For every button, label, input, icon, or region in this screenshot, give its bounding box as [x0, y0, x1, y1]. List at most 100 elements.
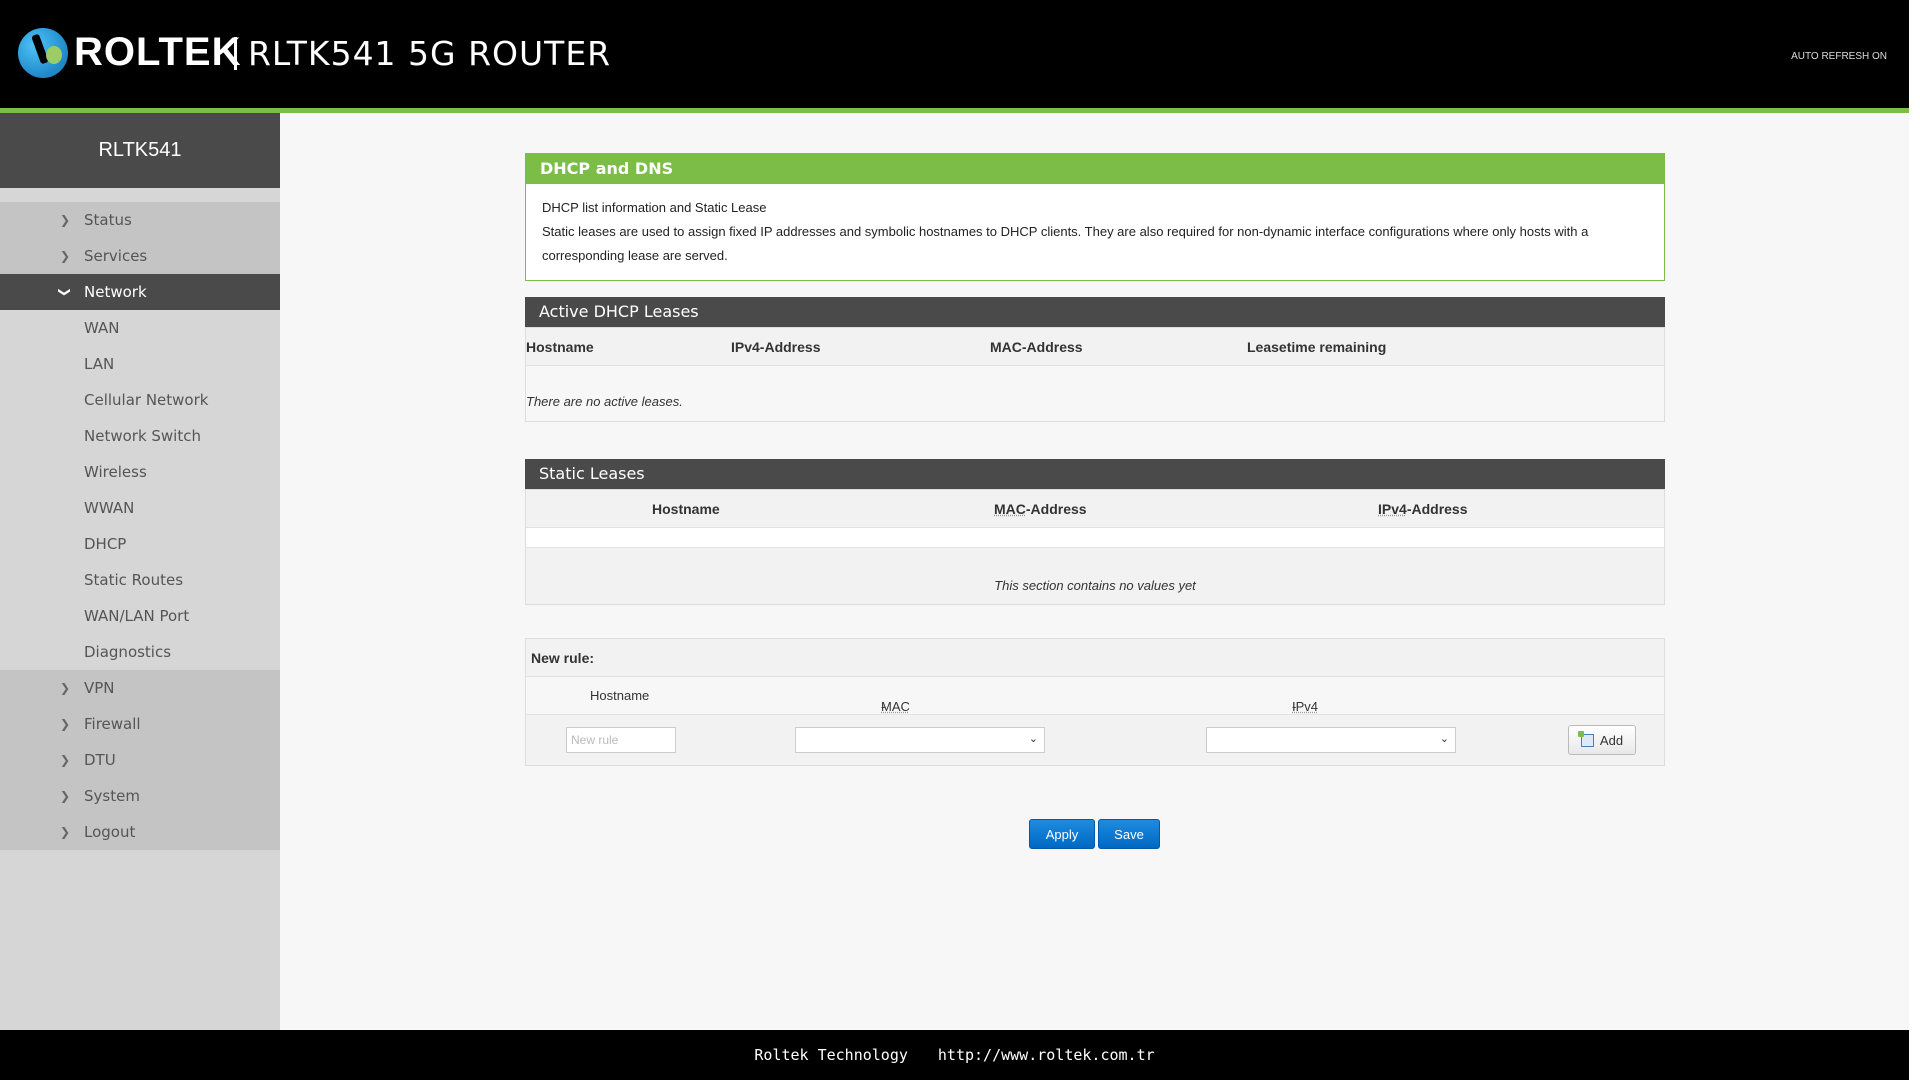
new-rule-header-row: Hostname MAC-Address IPv4-Address — [526, 677, 1664, 729]
sidebar-item-lan[interactable]: LAN — [0, 346, 280, 382]
column-header: MAC-Address — [990, 338, 1083, 355]
chevron-down-icon: ⌄ — [1439, 732, 1449, 745]
sidebar-item-wan-lan-port[interactable]: WAN/LAN Port — [0, 598, 280, 634]
sidebar-item-wan[interactable]: WAN — [0, 310, 280, 346]
column-header: Hostname — [526, 338, 594, 355]
page-title: DHCP and DNS — [526, 154, 1664, 184]
column-header: Hostname — [590, 688, 650, 703]
footer-company: Roltek Technology — [754, 1046, 908, 1064]
chevron-right-icon: ❯ — [60, 825, 71, 839]
info-line-1: DHCP list information and Static Lease — [542, 200, 767, 215]
sidebar-item-label: Status — [84, 211, 132, 229]
sidebar-item-label: Firewall — [84, 715, 141, 733]
sidebar-nav: ❯ Status ❯ Services ❯ Network WAN LAN Cellu… — [0, 202, 280, 850]
column-header: MAC-Address — [994, 501, 1087, 517]
chevron-right-icon: ❯ — [60, 753, 71, 767]
footer-url-link[interactable]: http://www.roltek.com.tr — [938, 1046, 1155, 1064]
chevron-right-icon: ❯ — [60, 249, 71, 263]
mac-abbr: MAC — [994, 500, 1026, 517]
new-rule-hostname-input[interactable] — [566, 727, 676, 753]
sidebar-item-label: DTU — [84, 751, 116, 769]
static-leases-section: Static Leases Hostname MAC-Address IPv4-… — [525, 459, 1665, 605]
footer: Roltek Technology http://www.roltek.com.… — [0, 1030, 1909, 1080]
sidebar-item-label: VPN — [84, 679, 115, 697]
sidebar-item-label: Diagnostics — [84, 643, 172, 661]
active-leases-table: Hostname IPv4-Address MAC-Address Leaset… — [525, 327, 1665, 422]
empty-message: There are no active leases. — [526, 394, 683, 409]
sidebar-item-label: WAN — [84, 319, 120, 337]
top-header: ROLTEK RLTK541 5G ROUTER AUTO REFRESH ON — [0, 0, 1909, 108]
info-line-2: Static leases are used to assign fixed I… — [542, 224, 1589, 263]
add-icon — [1577, 730, 1594, 747]
active-leases-section: Active DHCP Leases Hostname IPv4-Address… — [525, 297, 1665, 422]
table-row: This section contains no values yet — [526, 548, 1664, 604]
chevron-right-icon: ❯ — [60, 681, 71, 695]
sidebar-item-label: Cellular Network — [84, 391, 209, 409]
mac-address-select[interactable]: ⌄ — [795, 727, 1045, 753]
brand-divider — [234, 37, 237, 70]
new-rule-input-row: ⌄ ⌄ Add — [526, 715, 1664, 765]
sidebar-item-dtu[interactable]: ❯ DTU — [0, 742, 280, 778]
sidebar-item-logout[interactable]: ❯ Logout — [0, 814, 280, 850]
info-description: DHCP list information and Static Lease S… — [526, 184, 1664, 280]
sidebar-item-label: Static Routes — [84, 571, 184, 589]
sidebar-item-system[interactable]: ❯ System — [0, 778, 280, 814]
sidebar-item-vpn[interactable]: ❯ VPN — [0, 670, 280, 706]
empty-message: This section contains no values yet — [994, 578, 1196, 593]
column-header: IPv4-Address — [731, 338, 821, 355]
chevron-right-icon: ❯ — [60, 717, 71, 731]
column-header: Leasetime remaining — [1247, 338, 1387, 355]
sidebar-item-label: Services — [84, 247, 148, 265]
static-leases-table: Hostname MAC-Address IPv4-Address This s… — [525, 489, 1665, 605]
sidebar-item-network-switch[interactable]: Network Switch — [0, 418, 280, 454]
static-leases-title: Static Leases — [525, 459, 1665, 489]
sidebar-item-network[interactable]: ❯ Network — [0, 274, 280, 310]
sidebar-item-label: Network — [84, 283, 147, 301]
auto-refresh-toggle[interactable]: AUTO REFRESH ON — [1791, 51, 1887, 62]
sidebar-item-services[interactable]: ❯ Services — [0, 238, 280, 274]
sidebar-item-dhcp[interactable]: DHCP — [0, 526, 280, 562]
apply-button[interactable]: Apply — [1029, 819, 1095, 849]
sidebar-item-firewall[interactable]: ❯ Firewall — [0, 706, 280, 742]
add-button-label: Add — [1599, 732, 1624, 748]
sidebar-item-diagnostics[interactable]: Diagnostics — [0, 634, 280, 670]
sidebar-item-label: WAN/LAN Port — [84, 607, 190, 625]
chevron-down-icon: ❯ — [58, 286, 73, 298]
table-header-row: Hostname MAC-Address IPv4-Address — [526, 490, 1664, 528]
chevron-right-icon: ❯ — [60, 213, 71, 227]
new-rule-section: New rule: Hostname MAC-Address IPv4-Addr… — [525, 638, 1665, 766]
page-edge — [1909, 0, 1920, 1080]
save-button[interactable]: Save — [1098, 819, 1160, 849]
column-header: IPv4-Address — [1378, 501, 1468, 517]
model-title: RLTK541 5G ROUTER — [248, 34, 612, 73]
new-rule-box: New rule: Hostname MAC-Address IPv4-Addr… — [525, 638, 1665, 766]
sidebar-title: RLTK541 — [0, 113, 280, 188]
sidebar-item-status[interactable]: ❯ Status — [0, 202, 280, 238]
sidebar-item-label: Network Switch — [84, 427, 201, 445]
sidebar-item-label: Wireless — [84, 463, 147, 481]
sidebar-item-label: Logout — [84, 823, 136, 841]
sidebar-item-static-routes[interactable]: Static Routes — [0, 562, 280, 598]
sidebar-item-wireless[interactable]: Wireless — [0, 454, 280, 490]
ipv4-rest: -Address — [1406, 500, 1468, 517]
main-content: DHCP and DNS DHCP list information and S… — [280, 113, 1909, 1030]
chevron-down-icon: ⌄ — [1028, 732, 1038, 745]
roltek-logo-icon — [18, 28, 68, 78]
table-row: There are no active leases. — [526, 366, 1664, 421]
sidebar-item-wwan[interactable]: WWAN — [0, 490, 280, 526]
sidebar: RLTK541 ❯ Status ❯ Services ❯ Network WAN L… — [0, 113, 280, 1030]
brand-name: ROLTEK — [74, 30, 242, 74]
sidebar-item-label: System — [84, 787, 140, 805]
ipv4-address-select[interactable]: ⌄ — [1206, 727, 1456, 753]
table-header-row: Hostname IPv4-Address MAC-Address Leaset… — [526, 328, 1664, 366]
sidebar-item-label: LAN — [84, 355, 115, 373]
ipv4-abbr: IPv4 — [1378, 500, 1407, 517]
sidebar-item-label: DHCP — [84, 535, 127, 553]
sidebar-item-cellular-network[interactable]: Cellular Network — [0, 382, 280, 418]
dhcp-dns-info-panel: DHCP and DNS DHCP list information and S… — [525, 153, 1665, 281]
active-leases-title: Active DHCP Leases — [525, 297, 1665, 327]
add-rule-button[interactable]: Add — [1568, 725, 1636, 755]
table-spacer-row — [526, 528, 1664, 548]
column-header: Hostname — [652, 500, 720, 517]
sidebar-item-label: WWAN — [84, 499, 135, 517]
